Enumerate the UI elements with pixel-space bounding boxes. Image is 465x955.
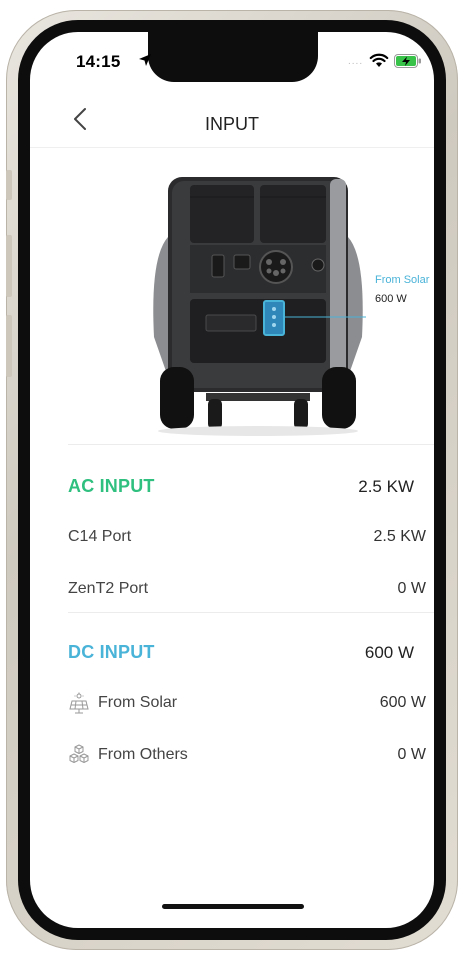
nav-divider [30,147,434,148]
row-label: C14 Port [68,528,132,545]
ac-row-c14-port[interactable]: C14 Port 2.5 KW [68,524,434,554]
cubes-icon [69,744,89,763]
mute-switch [6,170,12,200]
dc-row-from-solar[interactable]: From Solar 600 W [68,690,434,720]
dc-input-title: DC INPUT [68,642,155,662]
phone-bezel: 14:15 .... INPUT From Solar 600 W AC INP… [18,20,446,940]
volume-up-button [6,235,12,297]
section-divider [68,612,434,613]
dc-input-total: 600 W [364,643,414,662]
signal-indicator: .... [348,56,364,67]
power-station-image [153,177,366,436]
row-value: 0 W [397,746,426,763]
row-value: 2.5 KW [373,528,426,545]
battery-charging-icon [394,54,421,68]
status-time: 14:15 [76,52,121,71]
notch [148,32,318,82]
home-indicator[interactable] [162,904,304,909]
ac-row-zent2-port[interactable]: ZenT2 Port 0 W [68,576,434,606]
ac-input-total: 2.5 KW [358,477,414,496]
volume-down-button [6,315,12,377]
device-callout-label: From Solar [375,274,430,286]
dc-row-from-others[interactable]: From Others 0 W [68,742,434,772]
page-title: INPUT [205,114,259,134]
row-value: 0 W [397,580,426,597]
row-label: From Solar [98,694,178,711]
row-label: ZenT2 Port [68,580,149,597]
section-divider [68,444,434,445]
row-label: From Others [98,746,188,763]
location-arrow-icon [139,54,151,66]
app-screen: 14:15 .... INPUT From Solar 600 W AC INP… [30,32,434,928]
phone-frame: 14:15 .... INPUT From Solar 600 W AC INP… [6,10,458,950]
solar-panel-icon [69,692,89,714]
device-callout-value: 600 W [375,293,407,305]
ac-input-title: AC INPUT [68,476,155,496]
row-value: 600 W [379,694,426,711]
wifi-icon [369,53,389,67]
